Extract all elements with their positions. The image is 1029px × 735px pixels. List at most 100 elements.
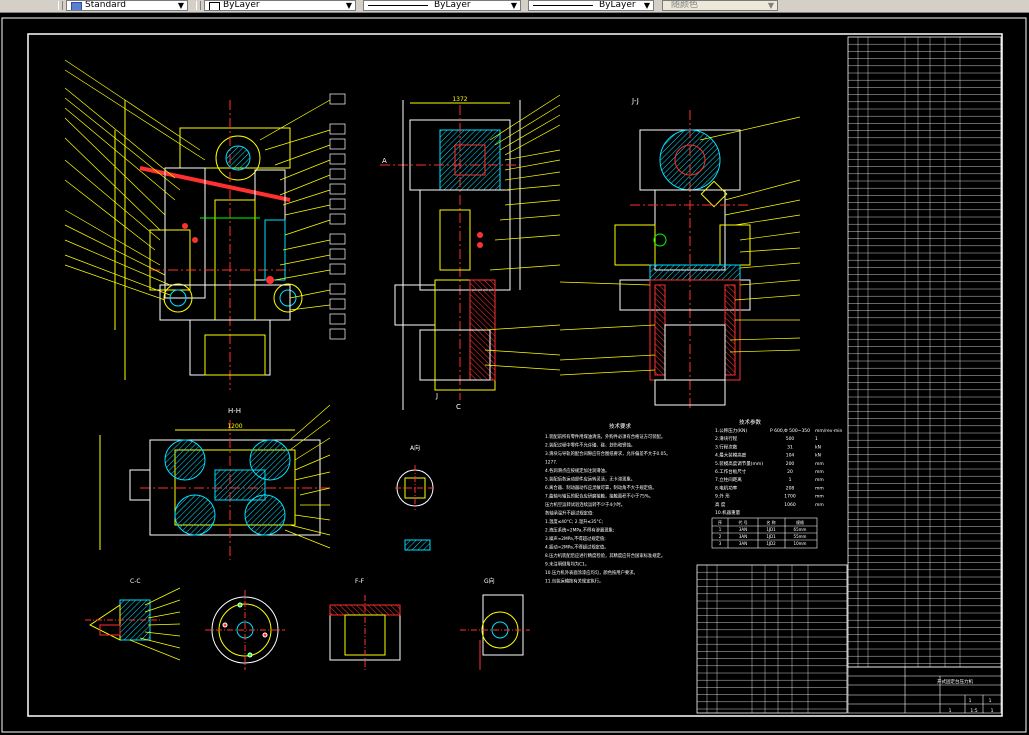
spec-param-name: 6.工作台板尺寸	[715, 468, 747, 475]
spec-param-value: P 600,Φ 500~350	[770, 428, 810, 434]
tech-req-line: 3.噪声≈2MPa,不得超过规定值;	[545, 535, 606, 542]
tech-req-title: 技术要求	[609, 422, 632, 430]
a-detail-view	[395, 465, 435, 551]
spec-param-unit: mm	[815, 486, 824, 491]
hh-plan-view	[99, 420, 330, 560]
small-table-cell: 1JD1	[766, 527, 776, 532]
spec-param-name: 2.滑块行程	[715, 435, 738, 442]
parts-list	[847, 36, 1002, 668]
spec-param-name: 5.装模高度调节量(mm)	[715, 460, 763, 467]
small-table-cell: 1JD2	[766, 541, 776, 546]
section-mark-a: A	[382, 157, 387, 165]
spec-param-value: 20	[787, 469, 793, 475]
title-block	[847, 666, 1002, 714]
small-table-header: 代 号	[738, 519, 747, 525]
drawing-canvas[interactable]: 1372 A C J J-J H-H 1200 A向 技术要求 1.装配前所有零…	[0, 0, 1029, 735]
title-sheets: 1	[989, 698, 992, 704]
spec-param-unit: mm/rev·min	[815, 428, 843, 434]
small-table-header: 序	[718, 519, 722, 525]
tech-spec: 技术参数 1.公称压力(KN) P 600,Φ 500~350 mm/rev·min…	[715, 418, 843, 516]
spec-param-value: 208	[786, 485, 795, 491]
spec-param-unit: mm	[815, 495, 824, 500]
small-table-cell: 10mm	[794, 541, 807, 546]
view-label-cc: C-C	[130, 578, 141, 585]
view-label-jj: J-J	[631, 97, 639, 105]
spec-param-value: 1	[789, 477, 792, 483]
cc-section-view	[85, 599, 160, 641]
tech-req-line: 7.曲轴与轴瓦的配合应研磨接触，接触面积不小于75%。	[545, 493, 653, 500]
drawing-name: 开式固定台压力机	[937, 678, 973, 685]
front-view-balloons	[329, 93, 346, 340]
tech-req-line: 各轴承温升不超过规定值:	[545, 510, 594, 517]
spec-param-unit: kN	[815, 444, 821, 450]
spec-param-name: 3.行程次数	[715, 443, 738, 450]
section-mark-j: J	[435, 392, 438, 400]
spec-param-name: 1.公称压力(KN)	[715, 427, 747, 434]
tech-req-line: 5.装配后各运动部件应运转灵活，无卡滞现象。	[545, 476, 635, 483]
dim-plan-width: 1200	[227, 423, 242, 430]
spec-param-name: 7.立柱间距离	[715, 476, 742, 483]
title-scale: 1:5	[970, 708, 977, 714]
ff-section-view	[329, 595, 401, 670]
view-label-hh: H-H	[228, 407, 241, 415]
spec-param-value: 104	[786, 453, 795, 459]
view-label-g: G向	[484, 577, 495, 585]
spec-param-value: 1700	[784, 494, 796, 500]
tech-req-line: 3.滑块与导轨的配合间隙应符合图纸要求，允许偏差不大于0.05。	[545, 450, 670, 457]
tech-req-line: 压力机空运转试验连续运转不少于4小时。	[545, 501, 625, 508]
spec-param-unit: kN	[815, 453, 821, 459]
jj-section-view	[614, 110, 751, 410]
tech-req-line: 2.液压系统≈2MPa,不得有渗漏现象;	[545, 527, 614, 534]
small-table-cell: 2	[719, 534, 722, 539]
dim-side-width: 1372	[452, 96, 467, 103]
spec-param-value: 500	[786, 436, 795, 442]
tech-spec-title: 技术参数	[739, 418, 762, 426]
title-qty: 1	[969, 698, 972, 704]
spec-param-unit: mm	[815, 470, 824, 475]
front-view-leaders	[64, 59, 331, 311]
tech-req-line: 1277.	[545, 460, 557, 466]
spec-param-unit: mm	[815, 478, 824, 483]
side-view-leaders	[484, 94, 561, 371]
spec-param-name: 9.外 形	[715, 493, 730, 500]
small-table-cell: 65mm	[794, 527, 807, 532]
inner-frame	[27, 33, 1003, 717]
section-mark-c: C	[456, 403, 461, 411]
spec-param-value: 1060	[784, 502, 796, 508]
small-table-cell: 3	[719, 541, 722, 546]
tech-req-line: 4.振动≈2MPa,不得超过规定值。	[545, 544, 609, 551]
tech-req-line: 11.包装运输按有关规定执行。	[545, 578, 603, 585]
side-view	[380, 100, 521, 410]
tech-req-line: 4.各润滑点应按规定加注润滑油。	[545, 467, 609, 474]
small-table-cell: 1	[719, 527, 722, 532]
small-table-cell: 1JD1	[766, 534, 776, 539]
hh-plan-leaders	[284, 404, 331, 549]
g-view	[460, 594, 530, 670]
small-table-header: 名 称	[766, 519, 775, 525]
spec-param-name: 10.机器重量	[715, 509, 741, 516]
tech-req-line: 1.温度≤40°C; 2.温升≤35°C;	[545, 518, 603, 525]
round-plate-view	[205, 590, 285, 670]
title-sheet: 1	[949, 708, 952, 714]
tech-req-line: 9.未注明倒角均为C1。	[545, 561, 589, 568]
tech-req-line: 8.压力机装配后应进行精度检验，其精度应符合国家标准规定。	[545, 552, 665, 559]
tech-req-line: 10.压力机外表面涂漆应均匀，颜色按用户要求。	[545, 569, 638, 576]
tech-req-line: 6.离合器、制动器动作应灵敏可靠，制动角不大于规定值。	[545, 484, 657, 491]
spec-param-unit: 1	[815, 436, 818, 442]
small-table-cell: 3AN	[739, 527, 747, 532]
spec-param-name: 4.最大装模高度	[715, 452, 747, 459]
spec-param-name: 8.电机功率	[715, 484, 738, 491]
small-table-cell: 3AN	[739, 534, 747, 539]
lower-parts-list	[696, 564, 848, 714]
tech-req-line: 1.装配前所有零件用煤油清洗，外购件必须有合格证方可装配。	[545, 433, 665, 440]
spec-param-value: 31	[787, 444, 793, 450]
view-label-ff: F-F	[355, 578, 365, 585]
title-total: 1	[991, 708, 994, 714]
small-table-cell: 3AN	[739, 541, 747, 546]
small-table-cell: 55mm	[794, 534, 807, 539]
spec-param-unit: mm	[815, 462, 824, 467]
tech-requirements: 技术要求 1.装配前所有零件用煤油清洗，外购件必须有合格证方可装配。 2.装配过程…	[545, 422, 670, 585]
view-label-a: A向	[410, 444, 420, 452]
tech-req-line: 2.装配过程中零件不允许磕、碰、划伤和锈蚀。	[545, 442, 635, 449]
spec-param-unit: mm	[815, 503, 824, 508]
